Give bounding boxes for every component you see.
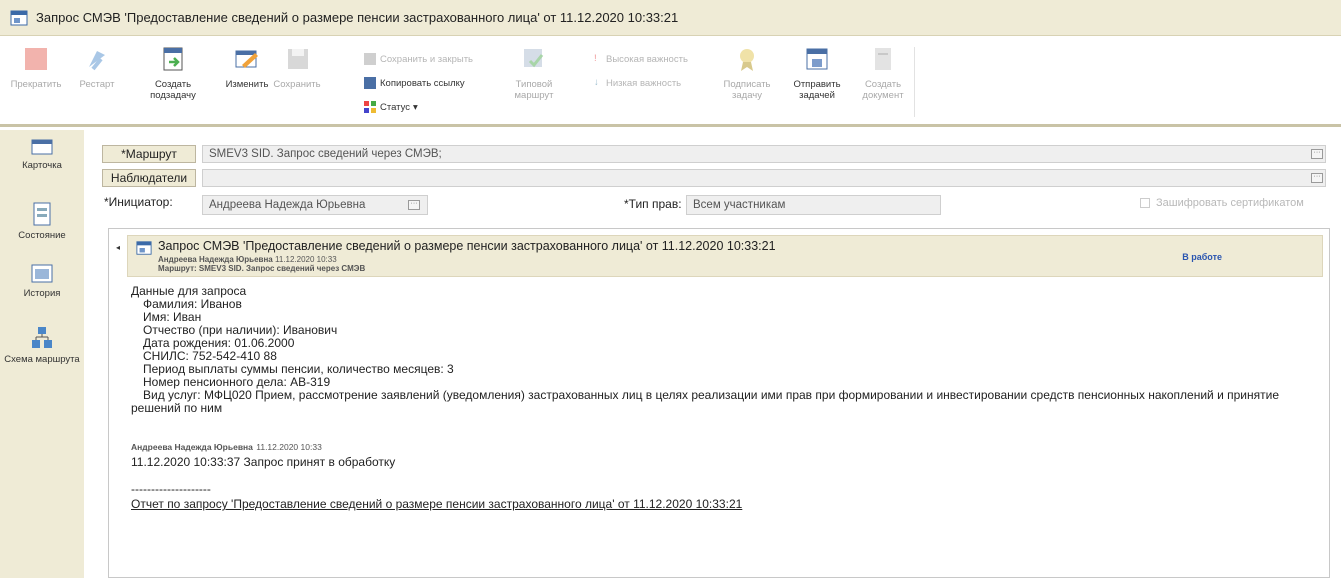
send-task-button[interactable]: Отправить задачей — [788, 45, 846, 101]
typical-route-button[interactable]: Типовой маршрут — [508, 45, 560, 101]
rights-field[interactable]: Всем участникам — [686, 195, 941, 215]
save-close-button[interactable]: Сохранить и закрыть — [364, 53, 473, 65]
sidebar-item-state[interactable]: Состояние — [0, 202, 84, 241]
task-title: Запрос СМЭВ 'Предоставление сведений о р… — [158, 239, 776, 253]
stop-button[interactable]: Прекратить — [8, 45, 64, 90]
comment: Андреева Надежда Юрьевна 11.12.2020 10:3… — [131, 440, 395, 469]
low-importance-button[interactable]: ↓ Низкая важность — [594, 77, 681, 89]
window-titlebar: Запрос СМЭВ 'Предоставление сведений о р… — [0, 0, 1341, 36]
collapse-triangle-icon[interactable]: ◂ — [116, 243, 120, 252]
save-close-icon — [364, 53, 376, 65]
sign-task-button[interactable]: Подписать задачу — [722, 45, 772, 101]
edit-button[interactable]: Изменить — [222, 45, 272, 90]
task-icon — [136, 241, 152, 255]
window-title: Запрос СМЭВ 'Предоставление сведений о р… — [36, 10, 679, 25]
create-subtask-button[interactable]: Создать подзадачу — [140, 45, 206, 101]
separator-line: -------------------- — [131, 482, 211, 496]
observers-ellipsis-icon[interactable]: ··· — [1311, 173, 1323, 183]
route-scheme-icon — [32, 327, 52, 348]
save-button[interactable]: Сохранить — [272, 45, 322, 90]
down-arrow-icon: ↓ — [594, 77, 599, 88]
restart-button[interactable]: Рестарт — [74, 45, 120, 90]
seal-icon — [740, 49, 754, 71]
initiator-field[interactable]: Андреева Надежда Юрьевна — [202, 195, 428, 215]
comment-date: 11.12.2020 10:33 — [256, 442, 322, 452]
exclamation-icon: ! — [594, 53, 597, 64]
list-item: Отчество (при наличии): Иванович — [143, 323, 338, 337]
toolbar: Прекратить Рестарт Создать подзадачу Изм… — [0, 37, 1341, 127]
toolbar-separator — [914, 47, 915, 117]
observers-button[interactable]: Наблюдатели — [102, 169, 196, 187]
observers-field[interactable] — [202, 169, 1326, 187]
list-item: Дата рождения: 01.06.2000 — [143, 336, 295, 350]
status-dropdown[interactable]: Статус ▾ — [364, 101, 418, 113]
status-badge: В работе — [1182, 252, 1222, 262]
list-item: Фамилия: Иванов — [143, 297, 242, 311]
copy-link-icon — [364, 77, 376, 89]
route-field[interactable]: SMEV3 SID. Запрос сведений через СМЭВ; — [202, 145, 1326, 163]
chevron-down-icon: ▾ — [413, 101, 418, 113]
encrypt-checkbox[interactable]: Зашифровать сертификатом — [1140, 197, 1304, 209]
request-header: Данные для запроса — [131, 284, 247, 298]
stop-icon — [25, 48, 47, 70]
initiator-ellipsis-icon[interactable]: ··· — [408, 200, 420, 210]
initiator-label: *Инициатор: — [104, 195, 173, 209]
document-icon — [875, 48, 891, 70]
high-importance-button[interactable]: ! Высокая важность — [594, 53, 688, 65]
report-link[interactable]: Отчет по запросу 'Предоставление сведени… — [131, 498, 742, 511]
report-section: -------------------- Отчет по запросу 'П… — [131, 483, 742, 511]
list-item: решений по ним — [131, 401, 223, 415]
task-header[interactable]: Запрос СМЭВ 'Предоставление сведений о р… — [127, 235, 1323, 277]
edit-icon — [235, 50, 258, 68]
history-icon — [31, 264, 53, 283]
floppy-icon — [288, 49, 308, 69]
request-data: Данные для запроса Фамилия: Иванов Имя: … — [131, 285, 1313, 415]
task-meta: Андреева Надежда Юрьевна 11.12.2020 10:3… — [158, 255, 365, 273]
sidebar-item-route-scheme[interactable]: Схема маршрута — [0, 326, 84, 365]
comment-text: 11.12.2020 10:33:37 Запрос принят в обра… — [131, 455, 396, 469]
task-panel: ◂ Запрос СМЭВ 'Предоставление сведений о… — [108, 228, 1330, 578]
create-document-button[interactable]: Создать документ — [858, 45, 908, 101]
task-author: Андреева Надежда Юрьевна — [158, 255, 273, 264]
list-item: Вид услуг: МФЦ020 Прием, рассмотрение за… — [143, 388, 1280, 402]
status-icon — [364, 101, 376, 113]
sidebar-item-history[interactable]: История — [0, 262, 84, 299]
task-date: 11.12.2020 10:33 — [274, 255, 337, 264]
copy-link-button[interactable]: Копировать ссылку — [364, 77, 465, 89]
state-icon — [33, 202, 51, 226]
comment-author: Андреева Надежда Юрьевна — [131, 442, 253, 452]
card-icon — [31, 139, 53, 155]
send-task-icon — [806, 48, 828, 70]
sidebar-item-card[interactable]: Карточка — [0, 138, 84, 171]
sidebar: Карточка Состояние История Схема маршрут… — [0, 130, 84, 578]
subtask-icon — [163, 47, 183, 71]
task-icon — [10, 10, 28, 25]
restart-arrow-icon — [89, 51, 105, 71]
task-route: Маршрут: SMEV3 SID. Запрос сведений чере… — [158, 264, 366, 273]
rights-label: *Тип прав: — [624, 197, 682, 211]
route-ellipsis-icon[interactable]: ··· — [1311, 149, 1323, 159]
checkbox-icon — [1140, 198, 1150, 208]
route-icon — [524, 49, 544, 68]
route-button[interactable]: *Маршрут — [102, 145, 196, 163]
